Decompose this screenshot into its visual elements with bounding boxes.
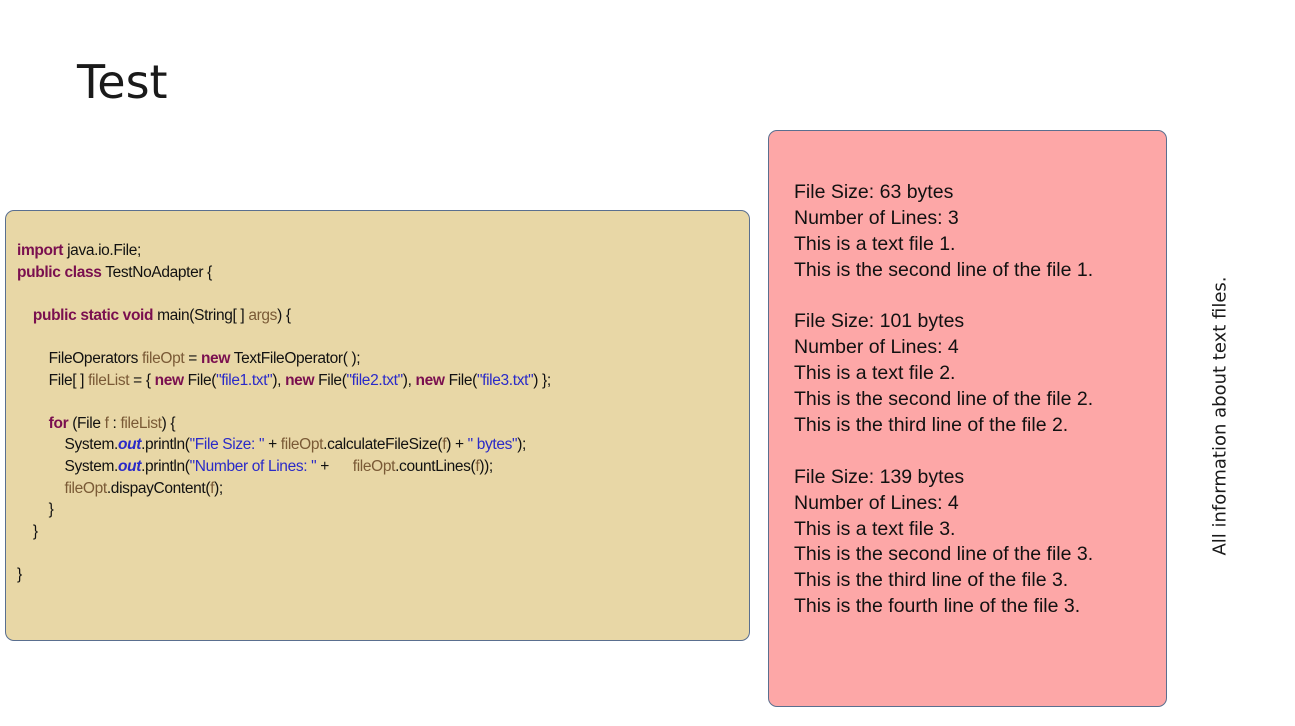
- output-line: This is the second line of the file 3.: [794, 543, 1094, 566]
- code-token: TestNoAdapter {: [101, 263, 212, 281]
- code-token: main(String[ ]: [153, 306, 249, 324]
- code-line: System.out.println("File Size: " + fileO…: [17, 434, 551, 456]
- output-line: This is a text file 2.: [794, 362, 956, 385]
- code-token: public static void: [32, 306, 154, 324]
- code-token: " bytes": [467, 436, 518, 454]
- output-line: This is a text file 3.: [794, 517, 956, 540]
- output-lines: File Size: 63 bytes Number of Lines: 3 Thi…: [794, 180, 1093, 620]
- output-line: [794, 284, 1093, 310]
- code-token: .calculateFileSize(: [323, 436, 443, 454]
- output-line: File Size: 63 bytes: [794, 181, 954, 203]
- code-token: public class: [17, 263, 102, 281]
- code-token: File(: [314, 371, 347, 389]
- code-line: }: [17, 521, 551, 543]
- code-token: TextFileOperator( );: [230, 349, 361, 367]
- code-token: ) {: [161, 414, 176, 432]
- code-token: ),: [272, 371, 286, 389]
- code-token: FileOperators: [17, 349, 142, 367]
- code-token: :: [108, 414, 121, 432]
- code-token: fileOpt: [280, 436, 324, 454]
- code-token: "file1.txt": [216, 371, 273, 389]
- code-token: java.io.File;: [63, 242, 141, 259]
- code-token: fileOpt: [64, 479, 107, 497]
- code-line: System.out.println("Number of Lines: " +…: [17, 456, 551, 478]
- code-token: new: [200, 349, 231, 367]
- code-line: }: [17, 499, 551, 521]
- code-token: File(: [183, 371, 217, 389]
- side-note: All information about text files.: [1209, 276, 1231, 556]
- code-token: }: [17, 501, 54, 519]
- code-token: ) +: [446, 436, 468, 454]
- code-token: import: [17, 242, 64, 259]
- code-token: fileList: [120, 414, 162, 432]
- output-line: [794, 439, 1093, 465]
- code-token: .println(: [141, 436, 190, 454]
- code-line: fileOpt.dispayContent(f);: [17, 478, 551, 500]
- code-token: ),: [402, 371, 416, 389]
- code-token: File(: [444, 371, 478, 389]
- code-token: File[ ]: [17, 371, 89, 389]
- output-line: This is the third line of the file 2.: [794, 414, 1069, 437]
- code-token: .countLines(: [395, 457, 476, 475]
- code-token: new: [154, 371, 184, 389]
- code-token: args: [248, 306, 278, 324]
- code-token: out: [118, 457, 142, 475]
- output-line: File Size: 139 bytes: [794, 465, 965, 488]
- code-token: }: [17, 522, 38, 540]
- code-token: out: [118, 436, 142, 454]
- code-line: import java.io.File;: [17, 240, 551, 262]
- code-token: (File: [68, 414, 105, 432]
- code-token: new: [415, 371, 445, 389]
- code-token: +: [264, 436, 281, 454]
- output-line: This is a text file 1.: [794, 232, 956, 255]
- code-panel: import java.io.File; public class TestNoA…: [5, 210, 750, 641]
- code-line: }: [17, 564, 551, 586]
- output-line: This is the second line of the file 1.: [794, 258, 1094, 281]
- code-token: ));: [479, 457, 493, 475]
- code-token: fileList: [88, 371, 130, 389]
- code-token: }: [17, 565, 22, 583]
- code-token: =: [184, 349, 201, 367]
- code-token: "File Size: ": [189, 436, 265, 454]
- slide-title: Test: [77, 55, 168, 109]
- output-line: Number of Lines: 4: [794, 491, 959, 514]
- code-token: "file2.txt": [346, 371, 404, 389]
- code-token: = {: [129, 371, 155, 389]
- code-token: .dispayContent(: [106, 479, 211, 497]
- code-token: new: [285, 371, 315, 389]
- code-token: );: [517, 436, 526, 454]
- code-line: File[ ] fileList = { new File("file1.txt…: [17, 370, 551, 392]
- code-token: );: [214, 479, 223, 497]
- code-line: public class TestNoAdapter {: [17, 262, 551, 284]
- code-token: "file3.txt": [476, 371, 534, 389]
- code-token: +: [316, 457, 353, 475]
- code-line: public static void main(String[ ] args) …: [17, 305, 551, 327]
- code-token: ) {: [277, 306, 291, 324]
- output-panel: File Size: 63 bytes Number of Lines: 3 Thi…: [768, 130, 1167, 707]
- code-token: System.: [17, 457, 119, 475]
- code-token: ) };: [533, 371, 551, 389]
- code-token: "Number of Lines: ": [189, 457, 317, 475]
- code-token: for: [48, 414, 69, 432]
- output-line: This is the fourth line of the file 3.: [794, 595, 1081, 618]
- output-line: Number of Lines: 3: [794, 206, 959, 229]
- output-line: This is the second line of the file 2.: [794, 388, 1094, 411]
- code-token: fileOpt: [141, 349, 185, 367]
- code-line: FileOperators fileOpt = new TextFileOper…: [17, 348, 551, 370]
- code-line: for (File f : fileList) {: [17, 413, 551, 435]
- output-line: Number of Lines: 4: [794, 336, 959, 359]
- code-token: System.: [17, 436, 119, 454]
- code-token: fileOpt: [352, 457, 396, 475]
- code-listing: import java.io.File; public class TestNoA…: [17, 240, 551, 586]
- output-line: File Size: 101 bytes: [794, 310, 965, 333]
- output-line: This is the third line of the file 3.: [794, 569, 1069, 592]
- code-token: .println(: [141, 457, 190, 475]
